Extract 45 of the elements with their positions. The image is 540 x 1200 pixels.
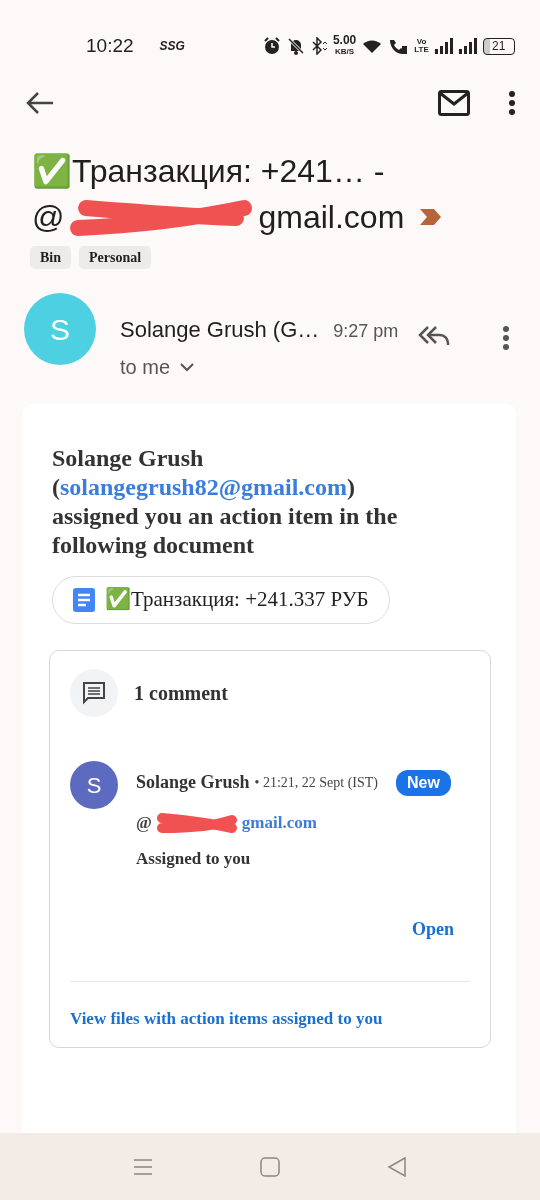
comment-count: 1 comment [134,681,228,706]
carrier-label: SSG [159,38,185,55]
view-files-link[interactable]: View files with action items assigned to you [70,1005,383,1031]
mention-link[interactable]: gmail.com [241,810,317,836]
comment-text: Assigned to you [136,848,252,870]
document-icon [73,588,95,612]
subject-title: @ [32,198,65,237]
intro-paragraph: Solange Grush (solangegrush82@gmail.com) assigned you an action item in the following document [52,444,399,560]
home-icon[interactable] [260,1156,280,1177]
alarm-icon [262,37,281,55]
speed-value: 5.00 [332,35,357,46]
network-type: Vo [416,38,427,46]
clock-time: 10:22 [86,33,134,58]
comment-icon [70,669,118,717]
importance-marker-icon[interactable] [418,208,443,226]
battery-level: 21 [492,38,506,53]
avatar: S [24,293,96,365]
open-link[interactable]: Open [412,915,454,943]
network-type: LTE [414,46,429,54]
label-chip[interactable]: Personal [79,246,152,269]
chevron-down-icon[interactable] [180,362,195,372]
more-menu-icon[interactable] [508,90,516,116]
email-link[interactable]: solangegrush82@gmail.com [60,474,347,500]
new-badge: New [396,769,451,796]
muted-bell-icon [286,37,305,55]
signal-icon [434,38,453,54]
commenter-avatar: S [70,761,118,809]
comment-time: • 21:21, 22 Sept (IST) [254,774,379,792]
sender-name: Solange Grush (G… [120,316,320,344]
commenter-name: Solange Grush [136,771,250,794]
mention-at-sign: @ [136,812,152,835]
speed-unit: KB/S [335,46,355,57]
label-chip[interactable]: Bin [30,246,71,269]
back-icon[interactable] [386,1156,407,1177]
subject-title: ✅Транзакция: +241… - [32,152,386,191]
mail-icon[interactable] [438,90,470,116]
reply-all-icon[interactable] [418,323,451,347]
bluetooth-icon [310,37,327,55]
back-arrow-icon[interactable] [26,91,54,115]
subject-title: gmail.com [258,198,405,237]
message-time: 9:27 pm [333,320,399,343]
wifi-icon [362,38,383,54]
signal-icon [458,38,477,54]
more-menu-icon[interactable] [502,325,511,351]
recipient-label[interactable]: to me [120,352,171,382]
